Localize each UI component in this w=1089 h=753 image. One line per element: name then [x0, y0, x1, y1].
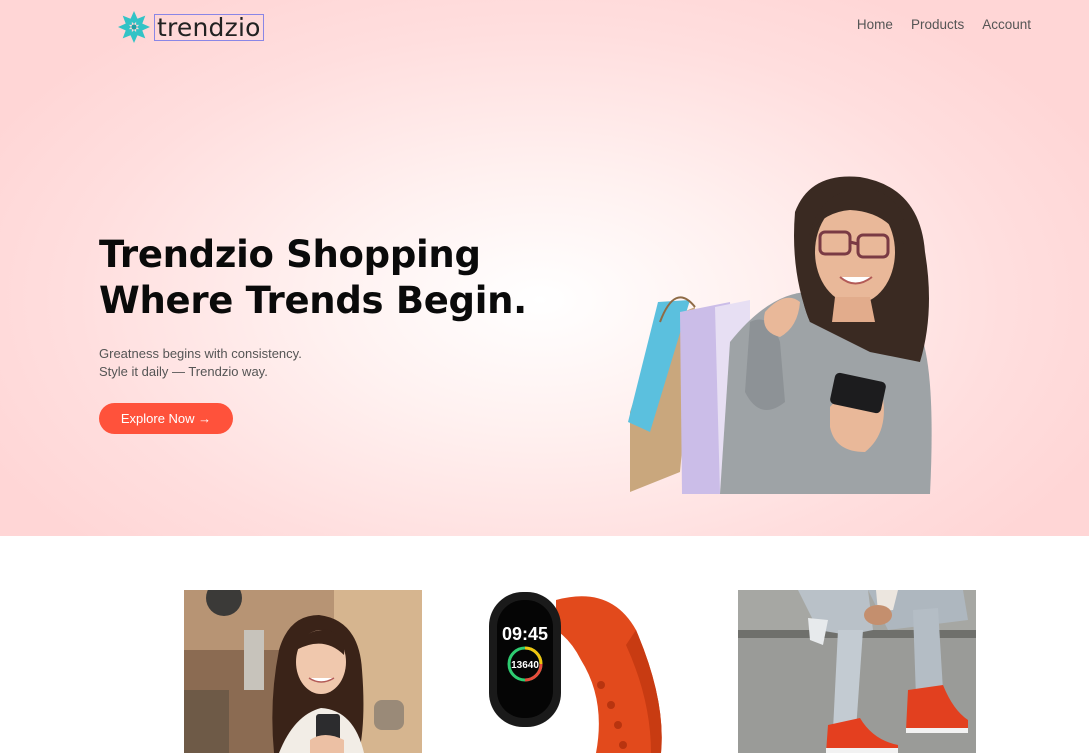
nav-account[interactable]: Account [982, 17, 1031, 32]
hero-headline: Trendzio Shopping Where Trends Begin. [99, 232, 527, 324]
hero-subtitle-line2: Style it daily — Trendzio way. [99, 364, 268, 379]
nav-home[interactable]: Home [857, 17, 893, 32]
product-card-sneakers[interactable] [738, 590, 976, 753]
product-card-smart-band[interactable]: 09:45 13640 [461, 590, 699, 753]
hero-subtitle-line1: Greatness begins with consistency. [99, 346, 302, 361]
explore-now-button[interactable]: Explore Now → [99, 403, 233, 434]
orange-smart-band-photo: 09:45 13640 [461, 590, 699, 753]
band-time-text: 09:45 [502, 624, 548, 644]
hero-subtitle: Greatness begins with consistency. Style… [99, 345, 302, 381]
hero-headline-line2: Where Trends Begin. [99, 279, 527, 322]
hero-headline-line1: Trendzio Shopping [99, 233, 481, 276]
band-steps-text: 13640 [511, 660, 539, 671]
logo-wordmark: trendzio [154, 13, 264, 41]
nav-products[interactable]: Products [911, 17, 964, 32]
logo[interactable]: trendzio [117, 11, 264, 43]
product-card-woman-phone[interactable] [184, 590, 422, 753]
hero-section: trendzio Home Products Account Trendzio … [0, 0, 1089, 536]
woman-shopping-bags-image [628, 176, 932, 494]
main-nav: Home Products Account [857, 17, 1031, 32]
red-sneakers-ripped-jeans-photo [738, 590, 976, 753]
woman-with-phone-photo [184, 590, 422, 753]
snowflake-logo-icon [118, 11, 150, 43]
